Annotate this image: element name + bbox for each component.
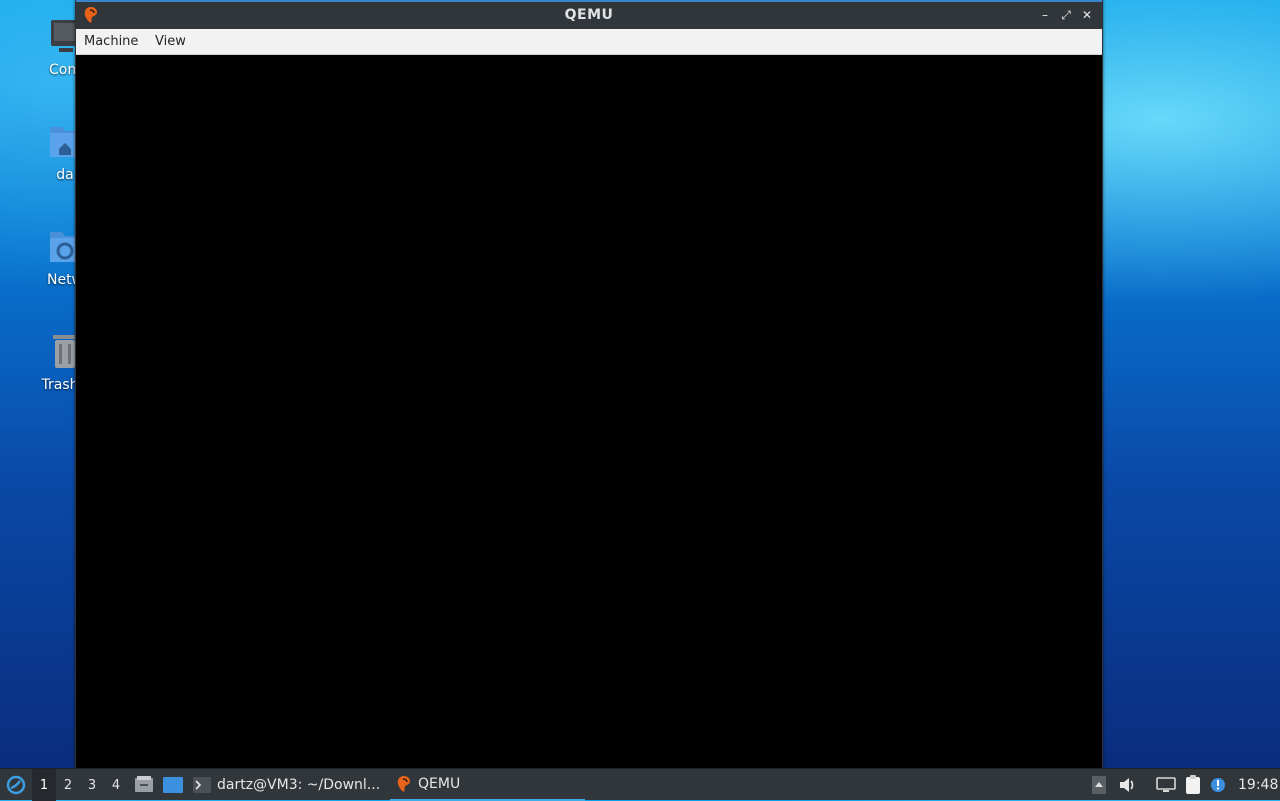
update-alert-icon <box>1211 778 1225 792</box>
network-status-button[interactable] <box>1155 769 1177 801</box>
tray-arrow-icon <box>1092 776 1106 794</box>
qemu-icon <box>397 776 410 792</box>
close-button[interactable]: ✕ <box>1079 7 1095 23</box>
desktop-switch-1[interactable]: 1 <box>32 769 56 801</box>
start-menu-button[interactable] <box>4 769 28 801</box>
volume-button[interactable] <box>1118 769 1138 801</box>
maximize-button[interactable]: ⤢ <box>1058 7 1074 23</box>
show-desktop-button[interactable] <box>162 769 184 801</box>
terminal-icon <box>193 777 211 793</box>
task-label: dartz@VM3: ~/Downl... <box>217 777 381 793</box>
clock[interactable]: 19:48 <box>1238 769 1278 801</box>
desktop-switch-2[interactable]: 2 <box>56 769 80 801</box>
task-terminal[interactable]: dartz@VM3: ~/Downl... <box>193 769 383 801</box>
task-qemu[interactable]: QEMU <box>390 769 585 801</box>
minimize-button[interactable]: – <box>1037 7 1053 23</box>
window-title: QEMU <box>564 7 614 23</box>
clipboard-button[interactable] <box>1182 769 1204 801</box>
desktop-switch-3[interactable]: 3 <box>80 769 104 801</box>
menu-bar: Machine View <box>76 29 1102 55</box>
qemu-window[interactable]: QEMU – ⤢ ✕ Machine View <box>75 0 1103 769</box>
menu-machine[interactable]: Machine <box>84 34 138 49</box>
desktop-switch-4[interactable]: 4 <box>104 769 128 801</box>
volume-icon <box>1120 778 1134 792</box>
tray-expand-button[interactable] <box>1091 769 1107 801</box>
network-icon <box>1156 777 1176 792</box>
desktop-icon <box>163 777 183 793</box>
menu-view[interactable]: View <box>155 34 186 49</box>
file-manager-launcher[interactable] <box>133 769 155 801</box>
task-label: QEMU <box>418 776 461 792</box>
lubuntu-logo-icon <box>6 775 26 795</box>
vm-display[interactable] <box>76 55 1102 768</box>
window-titlebar[interactable]: QEMU – ⤢ ✕ <box>76 0 1102 29</box>
update-notifier-button[interactable] <box>1209 769 1227 801</box>
clipboard-icon <box>1186 775 1200 794</box>
file-manager-icon <box>135 776 153 792</box>
taskbar: 1 2 3 4 dartz@VM3: ~/Downl... QEMU 19:48 <box>0 768 1280 801</box>
